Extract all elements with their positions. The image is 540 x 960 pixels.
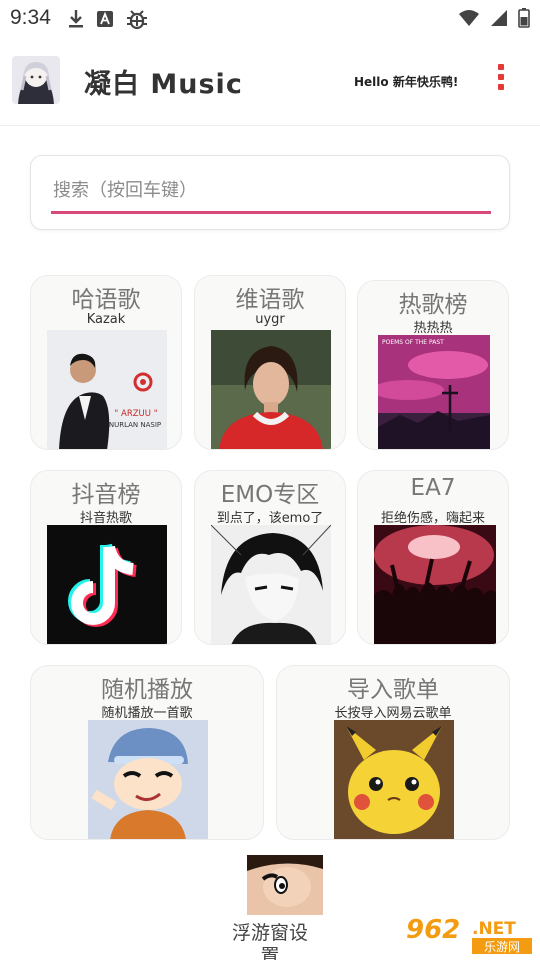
app-header: 凝白 Music Hello 新年快乐鸭! bbox=[0, 36, 540, 126]
status-left-icons bbox=[68, 8, 148, 34]
card-import-playlist[interactable]: 导入歌单 长按导入网易云歌单 bbox=[276, 665, 510, 840]
manga-boy-art bbox=[211, 525, 331, 644]
uygur-singer-photo bbox=[211, 330, 331, 449]
avatar[interactable] bbox=[12, 56, 60, 104]
card-subtitle: 长按导入网易云歌单 bbox=[334, 706, 452, 721]
pink-sky-album-cover: POEMS OF THE PAST bbox=[378, 335, 490, 449]
kazak-album-cover: " ARZUU " NURLAN NASIP bbox=[47, 330, 167, 449]
bug-icon bbox=[126, 8, 148, 34]
shin-chan-face[interactable] bbox=[247, 855, 323, 915]
card-title: EA7 bbox=[410, 475, 456, 501]
concert-crowd-photo bbox=[374, 525, 496, 644]
signal-icon bbox=[490, 9, 508, 31]
card-hot-chart[interactable]: 热歌榜 热热热 POEMS OF THE PAST bbox=[357, 280, 509, 450]
card-title: EMO专区 bbox=[220, 482, 320, 508]
status-right-icons bbox=[458, 8, 530, 32]
watermark-brand: 962 bbox=[406, 915, 460, 945]
cover-text: POEMS OF THE PAST bbox=[382, 339, 444, 346]
site-watermark: 962 .NET 乐游网 bbox=[402, 912, 534, 956]
card-subtitle: Kazak bbox=[86, 312, 126, 327]
card-title: 抖音榜 bbox=[71, 482, 141, 508]
card-emo-zone[interactable]: EMO专区 到点了，该emo了 bbox=[194, 470, 346, 645]
card-title: 随机播放 bbox=[101, 677, 193, 703]
pikachu-photo bbox=[334, 720, 454, 839]
app-title: 凝白 Music bbox=[84, 69, 243, 100]
cover-text: " ARZUU " bbox=[114, 409, 157, 419]
tiktok-logo bbox=[47, 525, 167, 644]
card-uygur-songs[interactable]: 维语歌 uygr bbox=[194, 275, 346, 450]
card-douyin-chart[interactable]: 抖音榜 抖音热歌 bbox=[30, 470, 182, 645]
card-title: 热歌榜 bbox=[398, 292, 468, 318]
card-subtitle: 抖音热歌 bbox=[79, 511, 132, 526]
cover-sub: NURLAN NASIP bbox=[109, 421, 161, 429]
card-subtitle: 到点了，该emo了 bbox=[216, 511, 324, 526]
wifi-icon bbox=[458, 9, 480, 31]
search-card bbox=[30, 155, 510, 230]
status-bar: 9:34 bbox=[0, 0, 540, 36]
watermark-tld: .NET bbox=[472, 919, 516, 939]
greeting-text: Hello 新年快乐鸭! bbox=[354, 75, 459, 89]
card-subtitle: 拒绝伤感，嗨起来 bbox=[380, 511, 485, 526]
card-title: 导入歌单 bbox=[347, 677, 439, 703]
float-window-settings-label[interactable]: 浮游窗设置 bbox=[230, 922, 310, 960]
card-kazak-songs[interactable]: 哈语歌 Kazak " ARZUU " NURLAN NASIP bbox=[30, 275, 182, 450]
crayon-shin-chan bbox=[88, 720, 208, 839]
card-subtitle: uygr bbox=[255, 312, 285, 327]
card-title: 维语歌 bbox=[235, 287, 305, 313]
a-badge-icon bbox=[96, 10, 114, 32]
card-subtitle: 随机播放一首歌 bbox=[101, 706, 193, 721]
battery-icon bbox=[518, 8, 530, 32]
card-title: 哈语歌 bbox=[71, 287, 141, 313]
download-icon bbox=[68, 9, 84, 33]
watermark-site: 乐游网 bbox=[484, 940, 520, 954]
card-subtitle: 热热热 bbox=[413, 321, 453, 336]
card-random-play[interactable]: 随机播放 随机播放一首歌 bbox=[30, 665, 264, 840]
status-time: 9:34 bbox=[10, 6, 51, 29]
search-input[interactable] bbox=[51, 170, 491, 214]
more-vert-icon[interactable] bbox=[494, 64, 508, 98]
card-ea7[interactable]: EA7 拒绝伤感，嗨起来 bbox=[357, 470, 509, 645]
